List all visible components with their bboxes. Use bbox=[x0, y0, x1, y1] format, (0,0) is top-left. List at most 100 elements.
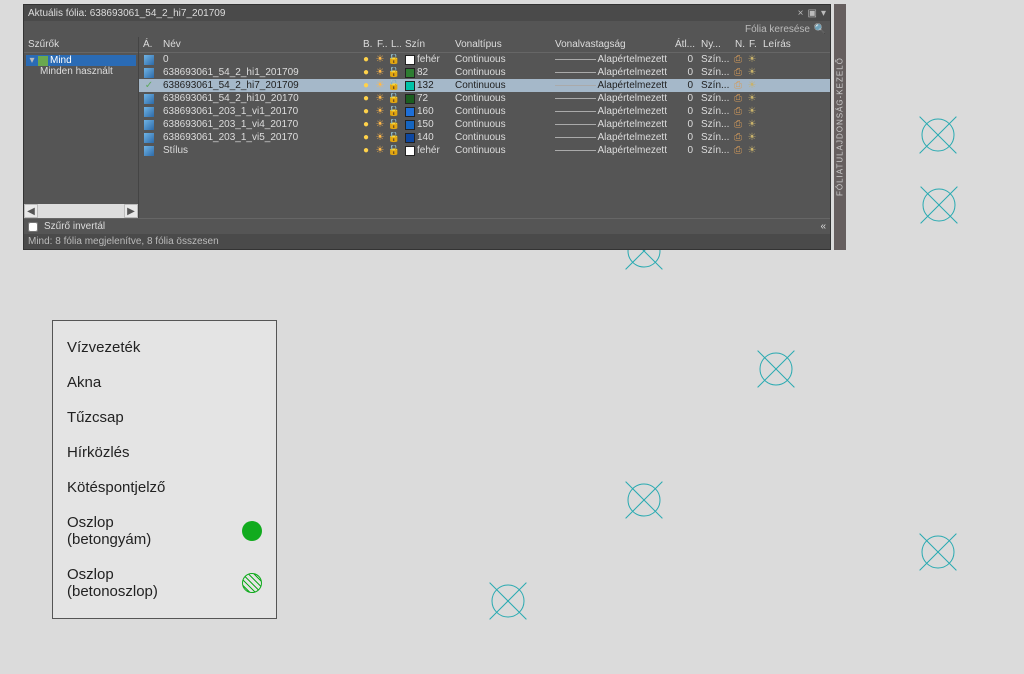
invert-filter-checkbox[interactable] bbox=[28, 222, 38, 232]
on-toggle[interactable]: ● bbox=[359, 106, 373, 117]
newvp-freeze-toggle[interactable]: ☀ bbox=[745, 93, 759, 104]
table-row[interactable]: Stílus●☀🔓fehérContinuous Alapértelmezett… bbox=[139, 144, 830, 157]
transparency-cell[interactable]: 0 bbox=[671, 145, 697, 156]
close-icon[interactable]: × bbox=[798, 8, 804, 19]
linetype-cell[interactable]: Continuous bbox=[451, 106, 551, 117]
on-toggle[interactable]: ● bbox=[359, 54, 373, 65]
on-toggle[interactable]: ● bbox=[359, 132, 373, 143]
newvp-freeze-toggle[interactable]: ☀ bbox=[745, 80, 759, 91]
col-color[interactable]: Szín bbox=[401, 37, 451, 52]
table-row[interactable]: 638693061_54_2_hi10_20170●☀🔓72Continuous… bbox=[139, 92, 830, 105]
plot-toggle[interactable]: ⎙ bbox=[731, 132, 745, 143]
lineweight-cell[interactable]: Alapértelmezett bbox=[551, 67, 671, 78]
freeze-toggle[interactable]: ☀ bbox=[373, 119, 387, 130]
plotstyle-cell[interactable]: Szín... bbox=[697, 67, 731, 78]
color-cell[interactable]: fehér bbox=[401, 54, 451, 65]
linetype-cell[interactable]: Continuous bbox=[451, 93, 551, 104]
plotstyle-cell[interactable]: Szín... bbox=[697, 119, 731, 130]
linetype-cell[interactable]: Continuous bbox=[451, 119, 551, 130]
lineweight-cell[interactable]: Alapértelmezett bbox=[551, 93, 671, 104]
search-icon[interactable]: 🔍 bbox=[814, 23, 826, 35]
lineweight-cell[interactable]: Alapértelmezett bbox=[551, 132, 671, 143]
lock-toggle[interactable]: 🔓 bbox=[387, 132, 401, 143]
color-cell[interactable]: 160 bbox=[401, 106, 451, 117]
tree-expand-icon[interactable]: ▾ bbox=[28, 55, 36, 66]
col-name[interactable]: Név bbox=[159, 37, 359, 52]
table-row[interactable]: 638693061_54_2_hi1_201709●☀🔓82Continuous… bbox=[139, 66, 830, 79]
transparency-cell[interactable]: 0 bbox=[671, 132, 697, 143]
lineweight-cell[interactable]: Alapértelmezett bbox=[551, 145, 671, 156]
col-status[interactable]: Á. bbox=[139, 37, 159, 52]
color-cell[interactable]: 72 bbox=[401, 93, 451, 104]
newvp-freeze-toggle[interactable]: ☀ bbox=[745, 106, 759, 117]
transparency-cell[interactable]: 0 bbox=[671, 80, 697, 91]
plotstyle-cell[interactable]: Szín... bbox=[697, 93, 731, 104]
plot-toggle[interactable]: ⎙ bbox=[731, 80, 745, 91]
newvp-freeze-toggle[interactable]: ☀ bbox=[745, 54, 759, 65]
plot-toggle[interactable]: ⎙ bbox=[731, 54, 745, 65]
freeze-toggle[interactable]: ☀ bbox=[373, 132, 387, 143]
col-transparency[interactable]: Átl... bbox=[671, 37, 697, 52]
lineweight-cell[interactable]: Alapértelmezett bbox=[551, 54, 671, 65]
lock-toggle[interactable]: 🔓 bbox=[387, 106, 401, 117]
on-toggle[interactable]: ● bbox=[359, 80, 373, 91]
lock-toggle[interactable]: 🔓 bbox=[387, 145, 401, 156]
tree-horizontal-scrollbar[interactable]: ◀ ▶ bbox=[24, 204, 138, 218]
linetype-cell[interactable]: Continuous bbox=[451, 132, 551, 143]
side-tab-layer-properties[interactable]: FÓLIATULAJDONSÁG-KEZELŐ bbox=[834, 4, 846, 250]
linetype-cell[interactable]: Continuous bbox=[451, 54, 551, 65]
color-cell[interactable]: 132 bbox=[401, 80, 451, 91]
transparency-cell[interactable]: 0 bbox=[671, 54, 697, 65]
newvp-freeze-toggle[interactable]: ☀ bbox=[745, 132, 759, 143]
color-cell[interactable]: 82 bbox=[401, 67, 451, 78]
color-cell[interactable]: fehér bbox=[401, 145, 451, 156]
tree-item[interactable]: ▾Mind bbox=[26, 55, 136, 66]
col-desc[interactable]: Leírás bbox=[759, 37, 830, 52]
newvp-freeze-toggle[interactable]: ☀ bbox=[745, 119, 759, 130]
lock-toggle[interactable]: 🔓 bbox=[387, 93, 401, 104]
lock-toggle[interactable]: 🔓 bbox=[387, 80, 401, 91]
table-row[interactable]: 0●☀🔓fehérContinuous Alapértelmezett0Szín… bbox=[139, 53, 830, 66]
linetype-cell[interactable]: Continuous bbox=[451, 67, 551, 78]
pin-icon[interactable]: ▣ bbox=[808, 8, 817, 19]
plot-toggle[interactable]: ⎙ bbox=[731, 67, 745, 78]
col-newvp[interactable]: F. bbox=[745, 37, 759, 52]
col-on[interactable]: B. bbox=[359, 37, 373, 52]
newvp-freeze-toggle[interactable]: ☀ bbox=[745, 145, 759, 156]
table-row[interactable]: 638693061_203_1_vi5_20170●☀🔓140Continuou… bbox=[139, 131, 830, 144]
plot-toggle[interactable]: ⎙ bbox=[731, 119, 745, 130]
col-lock[interactable]: L... bbox=[387, 37, 401, 52]
panel-titlebar[interactable]: Aktuális fólia: 638693061_54_2_hi7_20170… bbox=[24, 5, 830, 21]
table-header[interactable]: Á. Név B. F... L... Szín Vonaltípus Vona… bbox=[139, 37, 830, 53]
transparency-cell[interactable]: 0 bbox=[671, 119, 697, 130]
lock-toggle[interactable]: 🔓 bbox=[387, 67, 401, 78]
on-toggle[interactable]: ● bbox=[359, 67, 373, 78]
col-plotstyle[interactable]: Ny... bbox=[697, 37, 731, 52]
newvp-freeze-toggle[interactable]: ☀ bbox=[745, 67, 759, 78]
freeze-toggle[interactable]: ☀ bbox=[373, 67, 387, 78]
plot-toggle[interactable]: ⎙ bbox=[731, 145, 745, 156]
lineweight-cell[interactable]: Alapértelmezett bbox=[551, 106, 671, 117]
menu-icon[interactable]: ▾ bbox=[821, 8, 826, 19]
on-toggle[interactable]: ● bbox=[359, 119, 373, 130]
plot-toggle[interactable]: ⎙ bbox=[731, 106, 745, 117]
table-row[interactable]: ✓638693061_54_2_hi7_201709●☀🔓132Continuo… bbox=[139, 79, 830, 92]
plot-toggle[interactable]: ⎙ bbox=[731, 93, 745, 104]
linetype-cell[interactable]: Continuous bbox=[451, 80, 551, 91]
linetype-cell[interactable]: Continuous bbox=[451, 145, 551, 156]
table-row[interactable]: 638693061_203_1_vi1_20170●☀🔓160Continuou… bbox=[139, 105, 830, 118]
footer-collapse-icon[interactable]: « bbox=[820, 221, 826, 232]
freeze-toggle[interactable]: ☀ bbox=[373, 93, 387, 104]
transparency-cell[interactable]: 0 bbox=[671, 93, 697, 104]
transparency-cell[interactable]: 0 bbox=[671, 106, 697, 117]
lineweight-cell[interactable]: Alapértelmezett bbox=[551, 119, 671, 130]
color-cell[interactable]: 140 bbox=[401, 132, 451, 143]
freeze-toggle[interactable]: ☀ bbox=[373, 106, 387, 117]
col-plot[interactable]: N. bbox=[731, 37, 745, 52]
freeze-toggle[interactable]: ☀ bbox=[373, 54, 387, 65]
transparency-cell[interactable]: 0 bbox=[671, 67, 697, 78]
tree-item[interactable]: Minden használt bbox=[26, 66, 136, 77]
col-freeze[interactable]: F... bbox=[373, 37, 387, 52]
table-row[interactable]: 638693061_203_1_vi4_20170●☀🔓150Continuou… bbox=[139, 118, 830, 131]
plotstyle-cell[interactable]: Szín... bbox=[697, 54, 731, 65]
